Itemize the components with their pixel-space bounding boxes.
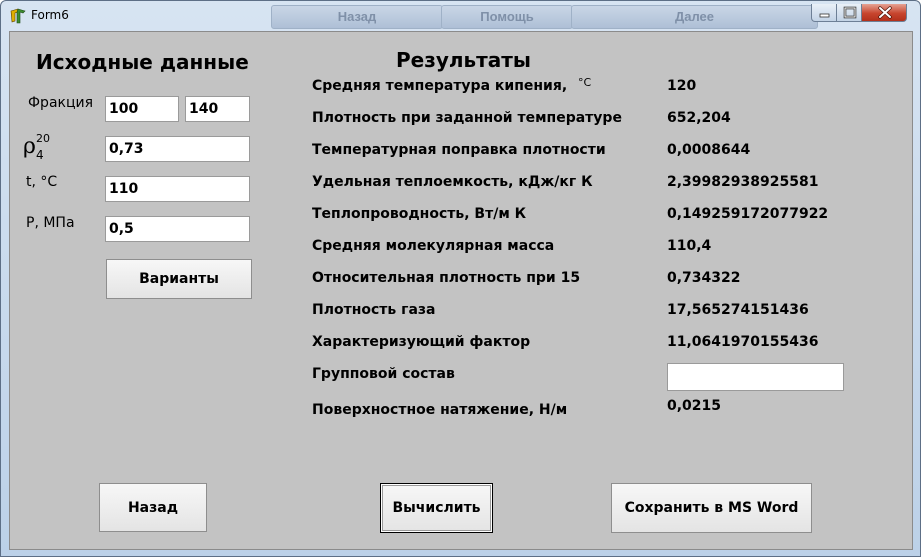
result-value-temp-correction: 0,0008644 (667, 142, 751, 158)
result-label-density-at-temp: Плотность при заданной температуре (312, 110, 622, 126)
delphi-app-icon (9, 8, 27, 24)
result-label-relative-density: Относительная плотность при 15 (312, 270, 581, 286)
close-icon (878, 6, 892, 19)
fraction-from-input[interactable]: 100 (105, 96, 179, 122)
result-value-thermal-conductivity: 0,149259172077922 (667, 206, 829, 222)
background-next-button: Далее (571, 5, 818, 29)
maximize-button[interactable] (836, 4, 862, 22)
result-unit-celsius: °C (578, 76, 592, 89)
result-label-boiling-temp: Средняя температура кипения, (312, 78, 568, 94)
close-button[interactable] (861, 4, 907, 22)
variants-button[interactable]: Варианты (106, 259, 252, 299)
pressure-label: P, МПа (26, 215, 75, 231)
result-label-temp-correction: Температурная поправка плотности (312, 142, 606, 158)
result-label-molecular-mass: Средняя молекулярная масса (312, 238, 555, 254)
density-symbol: ρ (23, 134, 36, 159)
form-client-area: Исходные данные Фракция 100 140 ρ 20 4 0… (9, 31, 913, 550)
result-label-heat-capacity: Удельная теплоемкость, кДж/кг К (312, 174, 593, 190)
result-value-gas-density: 17,565274151436 (667, 302, 809, 318)
inputs-heading: Исходные данные (36, 50, 249, 74)
background-back-button: Назад (271, 5, 443, 29)
result-value-molecular-mass: 110,4 (667, 238, 712, 254)
density-label: ρ 20 4 (23, 130, 63, 164)
density-input[interactable]: 0,73 (105, 136, 250, 162)
pressure-input[interactable]: 0,5 (105, 216, 250, 242)
group-composition-input[interactable] (667, 363, 844, 391)
temperature-input[interactable]: 110 (105, 176, 250, 202)
result-label-characterization-factor: Характеризующий фактор (312, 334, 531, 350)
result-value-surface-tension: 0,0215 (667, 398, 722, 414)
back-button[interactable]: Назад (99, 483, 207, 532)
density-subscript: 4 (36, 148, 44, 162)
result-label-gas-density: Плотность газа (312, 302, 436, 318)
calculate-button[interactable]: Вычислить (380, 483, 493, 533)
result-label-group-composition: Групповой состав (312, 366, 455, 382)
result-value-relative-density: 0,734322 (667, 270, 741, 286)
maximize-icon (843, 6, 857, 19)
fraction-to-input[interactable]: 140 (185, 96, 250, 122)
result-value-density-at-temp: 652,204 (667, 110, 731, 126)
result-value-heat-capacity: 2,39982938925581 (667, 174, 819, 190)
window-title: Form6 (31, 8, 69, 22)
result-label-surface-tension: Поверхностное натяжение, Н/м (312, 402, 568, 418)
result-label-thermal-conductivity: Теплопроводность, Вт/м К (312, 206, 527, 222)
background-help-button: Помощь (441, 5, 573, 29)
density-superscript: 20 (36, 132, 50, 145)
fraction-label: Фракция (28, 95, 94, 111)
title-bar[interactable]: Form6 Назад Помощь Далее (1, 1, 920, 31)
minimize-icon (819, 13, 830, 18)
app-window: Form6 Назад Помощь Далее Исходные данные… (0, 0, 921, 557)
temperature-label: t, °C (26, 174, 58, 190)
result-value-characterization-factor: 11,0641970155436 (667, 334, 819, 350)
result-value-boiling-temp: 120 (667, 78, 697, 94)
results-heading: Результаты (396, 48, 531, 72)
save-to-word-button[interactable]: Сохранить в MS Word (611, 483, 812, 533)
minimize-button[interactable] (811, 4, 837, 22)
